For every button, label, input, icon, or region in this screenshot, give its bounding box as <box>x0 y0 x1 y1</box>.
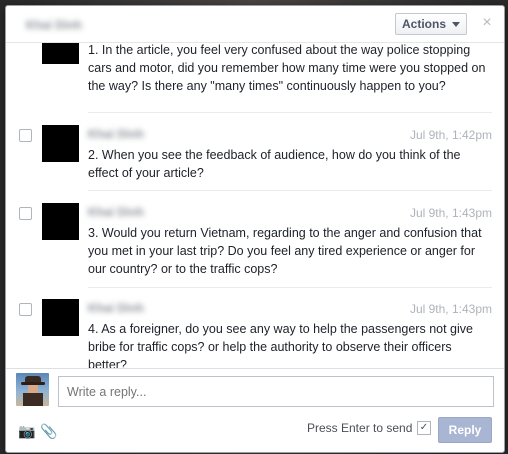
avatar <box>42 203 79 240</box>
divider <box>88 112 492 113</box>
message-text: 2. When you see the feedback of audience… <box>88 148 461 180</box>
divider <box>88 190 492 191</box>
sender-name: Khai Dinh <box>88 205 144 219</box>
attach-icon[interactable]: 📎 <box>40 423 57 440</box>
message-dialog: Khai Dinh Actions × 1. In the article, y… <box>5 5 505 453</box>
avatar <box>42 43 79 64</box>
message-timestamp: Jul 9th, 1:42pm <box>409 128 492 142</box>
sender-name: Khai Dinh <box>88 301 144 315</box>
message-text: 3. Would you return Vietnam, regarding t… <box>88 226 482 276</box>
message-timestamp: Jul 9th, 1:43pm <box>409 206 492 220</box>
actions-button[interactable]: Actions <box>395 13 467 35</box>
avatar <box>42 125 79 162</box>
actions-label: Actions <box>401 17 446 31</box>
user-avatar <box>16 373 49 406</box>
conversation-title: Khai Dinh <box>26 18 82 32</box>
message-thread[interactable]: 1. In the article, you feel very confuse… <box>6 43 504 369</box>
message-timestamp: Jul 9th, 1:43pm <box>409 302 492 316</box>
sender-name: Khai Dinh <box>88 127 144 141</box>
message-select-checkbox[interactable] <box>19 303 32 316</box>
message-text: 4. As a foreigner, do you see any way to… <box>88 322 473 369</box>
camera-icon[interactable]: 📷 <box>18 423 35 440</box>
press-enter-label: Press Enter to send <box>307 421 413 435</box>
message-select-checkbox[interactable] <box>19 207 32 220</box>
message-select-checkbox[interactable] <box>19 129 32 142</box>
dialog-header: Khai Dinh Actions × <box>6 6 504 43</box>
press-enter-checkbox[interactable]: ✓ <box>417 421 431 435</box>
divider <box>88 287 492 288</box>
reply-input[interactable] <box>58 376 494 407</box>
reply-button[interactable]: Reply <box>438 417 492 443</box>
close-icon[interactable]: × <box>480 15 494 31</box>
avatar <box>42 299 79 336</box>
message-text: 1. In the article, you feel very confuse… <box>88 43 486 93</box>
chevron-down-icon <box>452 21 460 27</box>
